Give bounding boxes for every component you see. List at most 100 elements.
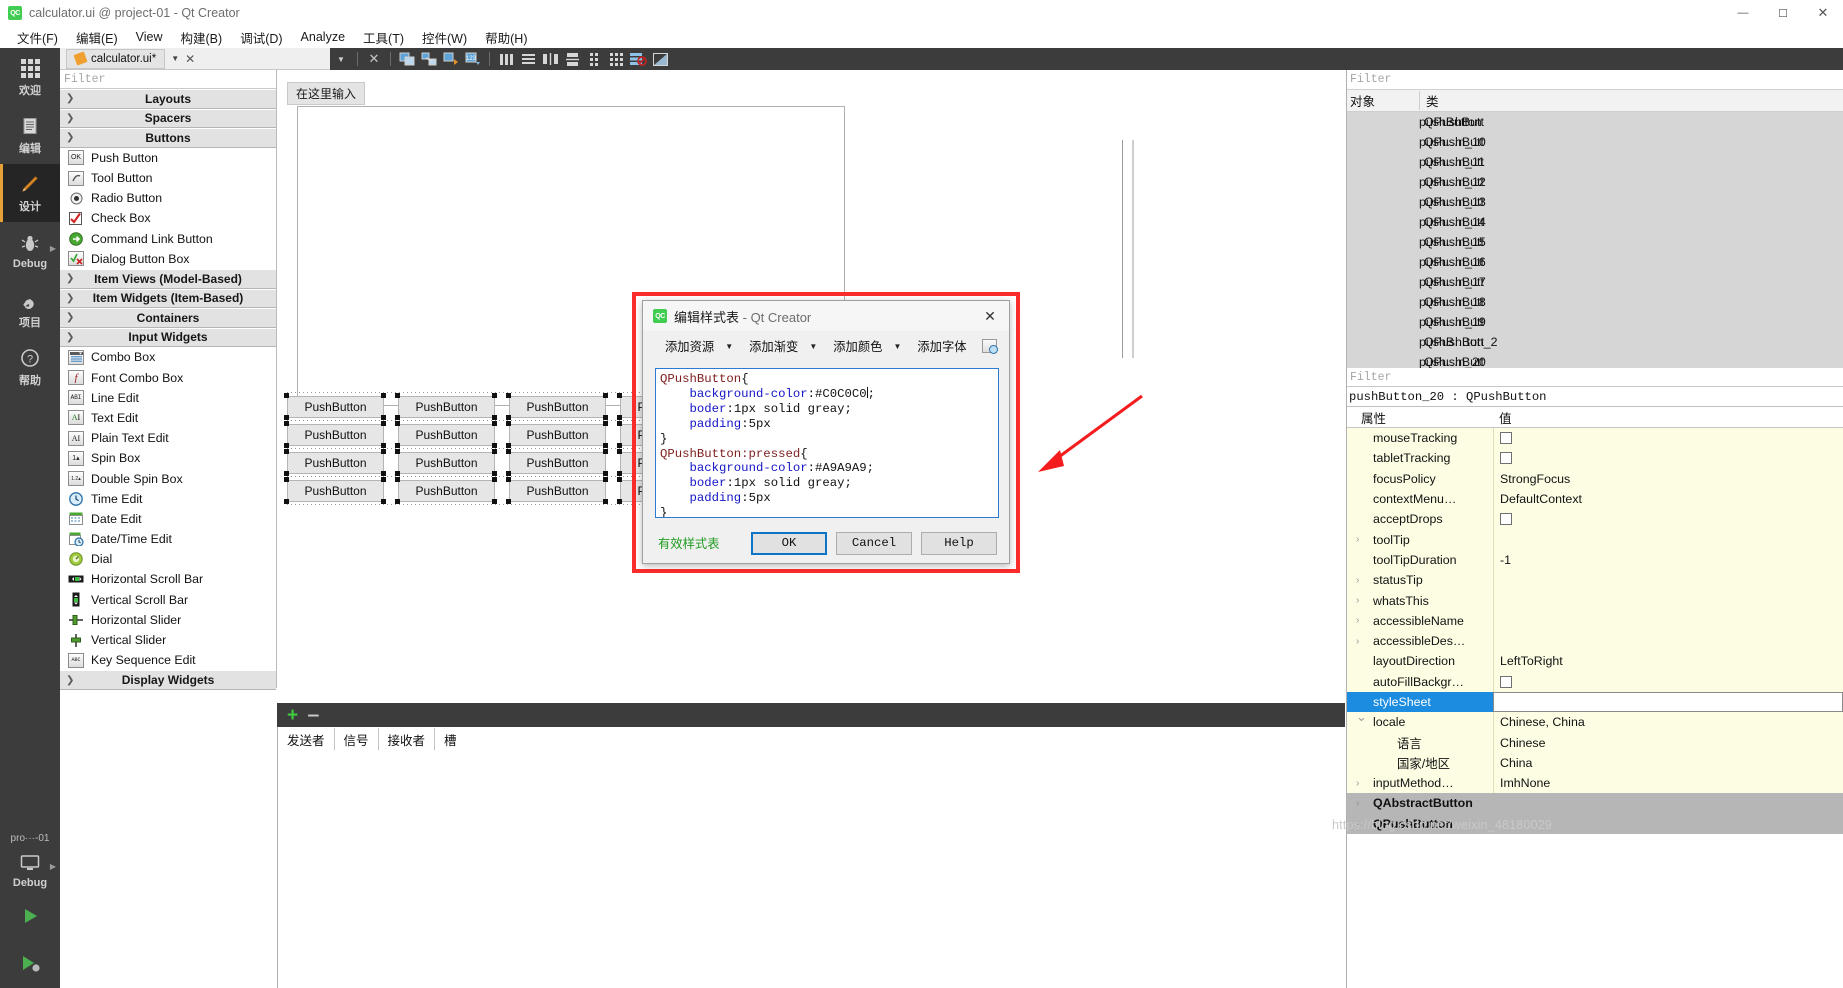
property-value[interactable]: StrongFocus [1493, 468, 1843, 489]
widget-key-sequence-edit[interactable]: ABC Key Sequence Edit [60, 650, 276, 670]
widget-category-input-widgets[interactable]: ❯ Input Widgets [60, 327, 276, 348]
property-row[interactable]: ⌄ locale Chinese, China [1347, 709, 1843, 733]
selection-handle[interactable] [492, 421, 497, 426]
push-button[interactable]: PushButton [287, 480, 384, 502]
push-button[interactable]: PushButton [398, 396, 495, 418]
object-row[interactable]: push…n_13 QPushButt [1347, 192, 1843, 212]
widget-check-box[interactable]: Check Box [60, 208, 276, 228]
signal-slot-editor[interactable]: 发送者 信号 接收者 槽 [277, 727, 1345, 988]
layout-splitter-horizontal-icon[interactable] [539, 49, 561, 69]
object-row[interactable]: pushB…ton_2 QPushButt [1347, 332, 1843, 352]
plus-icon[interactable]: + [287, 706, 298, 725]
mode-projects[interactable]: 项目 [0, 280, 60, 338]
add-font-button[interactable]: 添加字体 [912, 335, 971, 357]
property-row[interactable]: styleSheet [1347, 691, 1843, 713]
object-inspector-filter[interactable]: Filter [1347, 70, 1843, 90]
property-row[interactable]: mouseTracking [1347, 428, 1843, 449]
widget-box-filter[interactable]: Filter [60, 70, 276, 89]
selection-handle[interactable] [506, 421, 511, 426]
object-row[interactable]: push…n_17 QPushButt [1347, 272, 1843, 292]
layout-form-icon[interactable] [583, 49, 605, 69]
chevron-down-icon[interactable]: ⌄ [1356, 709, 1367, 725]
menu-widgets[interactable]: 控件(W) [413, 26, 476, 49]
menu-view[interactable]: View [127, 28, 172, 46]
widget-date-edit[interactable]: Date Edit [60, 509, 276, 529]
column-slot[interactable]: 槽 [435, 728, 466, 750]
widget-horizontal-scroll-bar[interactable]: Horizontal Scroll Bar [60, 569, 276, 589]
adjust-size-icon[interactable] [649, 49, 671, 69]
property-row[interactable]: autoFillBackgr… [1347, 671, 1843, 692]
chevron-right-icon[interactable]: › [1356, 534, 1359, 545]
menu-placeholder[interactable]: 在这里输入 [287, 82, 366, 105]
property-row[interactable]: › accessibleDes… [1347, 630, 1843, 652]
column-object[interactable]: 对象 [1347, 91, 1419, 110]
push-button[interactable]: PushButton [509, 396, 606, 418]
maximize-button[interactable]: ☐ [1763, 0, 1803, 26]
selection-handle[interactable] [617, 477, 622, 482]
property-value[interactable] [1493, 590, 1843, 611]
start-debugging-button[interactable] [0, 938, 60, 988]
form-menubar[interactable]: 在这里输入 [287, 82, 855, 105]
add-resource-button[interactable]: 添加资源 [660, 335, 719, 357]
close-button[interactable]: ✕ [1803, 0, 1843, 26]
widget-font-combo-box[interactable]: f Font Combo Box [60, 367, 276, 387]
menu-tools[interactable]: 工具(T) [354, 26, 413, 49]
chevron-right-icon[interactable]: › [1356, 636, 1359, 647]
menu-build[interactable]: 构建(B) [172, 26, 232, 49]
column-class[interactable]: 类 [1419, 91, 1539, 110]
property-value[interactable]: -1 [1493, 549, 1843, 571]
layout-horizontal-icon[interactable] [495, 49, 517, 69]
property-row[interactable]: › statusTip [1347, 570, 1843, 591]
push-button[interactable]: PushButton [509, 452, 606, 474]
property-row[interactable]: contextMenu… DefaultContext [1347, 488, 1843, 510]
run-button[interactable] [0, 894, 60, 938]
mode-edit[interactable]: 编辑 [0, 106, 60, 164]
property-value[interactable] [1493, 570, 1843, 591]
selection-handle[interactable] [506, 477, 511, 482]
object-row[interactable]: pushButton QPushButt [1347, 112, 1843, 132]
selection-handle[interactable] [617, 393, 622, 398]
selection-handle[interactable] [284, 449, 289, 454]
close-icon[interactable]: ✕ [363, 49, 385, 69]
widget-line-edit[interactable]: ABI Line Edit [60, 388, 276, 408]
chevron-right-icon[interactable]: › [1356, 778, 1359, 789]
property-value[interactable] [1493, 529, 1843, 550]
widget-time-edit[interactable]: Time Edit [60, 489, 276, 509]
menu-analyze[interactable]: Analyze [292, 28, 354, 46]
selection-handle[interactable] [381, 393, 386, 398]
selection-handle[interactable] [492, 477, 497, 482]
push-button[interactable]: PushButton [509, 480, 606, 502]
widget-spin-box[interactable]: 1▴ Spin Box [60, 448, 276, 468]
widget-dialog-button-box[interactable]: Dialog Button Box [60, 249, 276, 269]
selection-handle[interactable] [492, 449, 497, 454]
widget-plain-text-edit[interactable]: AI Plain Text Edit [60, 428, 276, 448]
selection-handle[interactable] [284, 393, 289, 398]
widget-radio-button[interactable]: Radio Button [60, 188, 276, 208]
push-button[interactable]: PushButton [398, 452, 495, 474]
close-icon[interactable]: ✕ [185, 52, 195, 66]
checkbox[interactable] [1500, 452, 1512, 465]
property-value[interactable] [1493, 610, 1843, 631]
widget-horizontal-slider[interactable]: Horizontal Slider [60, 610, 276, 630]
property-value[interactable]: DefaultContext [1493, 488, 1843, 510]
ok-button[interactable]: OK [751, 531, 827, 555]
object-row[interactable]: push…n_11 QPushButt [1347, 152, 1843, 172]
push-button[interactable]: PushButton [509, 424, 606, 446]
property-row[interactable]: toolTipDuration -1 [1347, 549, 1843, 571]
layout-grid-icon[interactable] [605, 49, 627, 69]
property-row[interactable]: › inputMethod… ImhNone [1347, 773, 1843, 794]
widget-push-button[interactable]: OK Push Button [60, 148, 276, 168]
widget-command-link-button[interactable]: Command Link Button [60, 229, 276, 249]
widget-vertical-scroll-bar[interactable]: Vertical Scroll Bar [60, 590, 276, 610]
object-row[interactable]: push…n_15 QPushButt [1347, 232, 1843, 252]
menu-help[interactable]: 帮助(H) [476, 26, 536, 49]
edit-buddies-icon[interactable] [440, 49, 462, 69]
add-gradient-button[interactable]: 添加渐变 [744, 335, 803, 357]
push-button[interactable]: PushButton [287, 396, 384, 418]
property-row[interactable]: › accessibleName [1347, 610, 1843, 631]
selection-handle[interactable] [617, 449, 622, 454]
selection-handle[interactable] [395, 449, 400, 454]
help-button[interactable]: Help [921, 531, 997, 555]
property-row[interactable]: tabletTracking [1347, 448, 1843, 469]
object-row[interactable]: push…n_18 QPushButt [1347, 292, 1843, 312]
